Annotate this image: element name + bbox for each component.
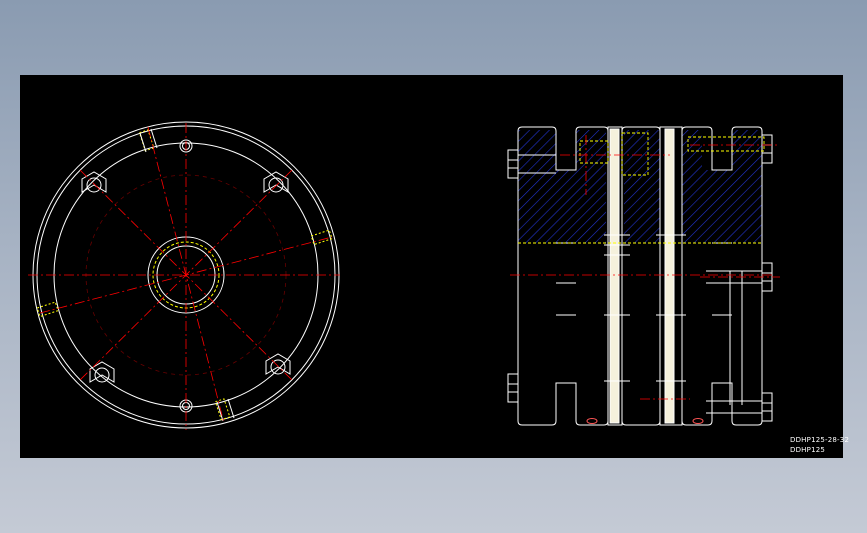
bolt-right-top [761, 134, 773, 164]
cad-drawing [28, 121, 780, 430]
bolt-right-bottom [706, 392, 773, 422]
cad-drawing-viewport[interactable]: DDHP125-28-32 DDHP125 [20, 75, 849, 458]
drawing-title-line1: DDHP125-28-32 [790, 436, 850, 444]
oval-hole-left [586, 418, 598, 424]
hex-nut-bottom-right [265, 353, 291, 375]
diaphragm-disc-right [664, 128, 675, 424]
oval-hole-right [692, 418, 704, 424]
bolt-bottom-side [507, 373, 519, 403]
hex-nut-top-right [263, 171, 289, 193]
hatched-section [518, 130, 762, 243]
hex-nut-bottom-left [89, 361, 115, 383]
side-view-section [507, 126, 780, 426]
drawing-title-line2: DDHP125 [790, 446, 826, 454]
diaphragm-disc-left [609, 128, 620, 424]
